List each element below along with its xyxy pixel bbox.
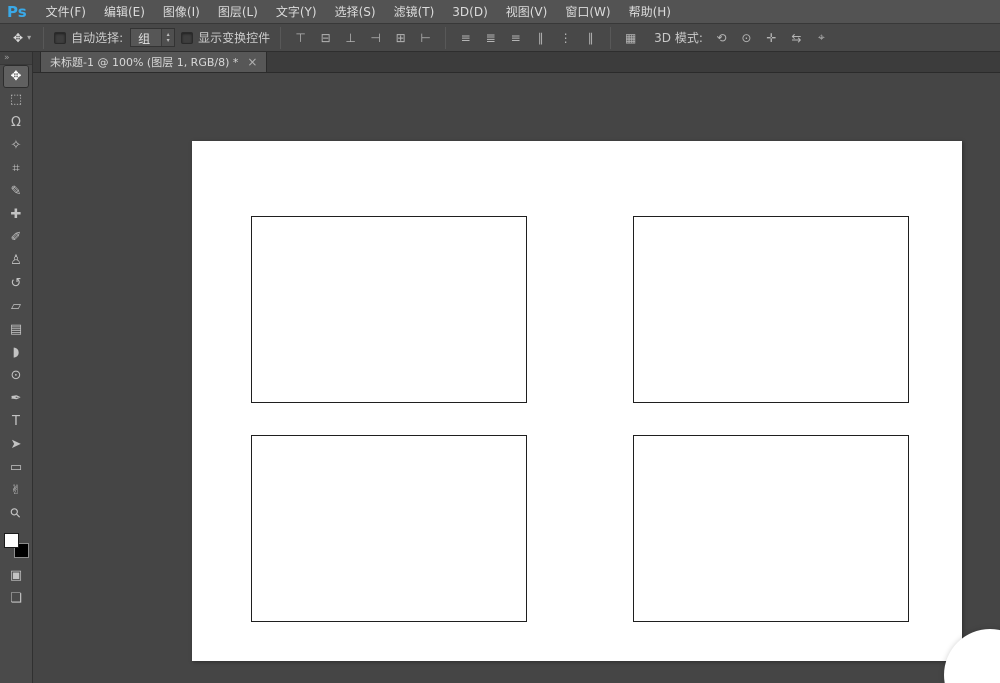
tools-collapse-button[interactable]: » — [0, 52, 32, 65]
dodge-tool[interactable]: ⊙ — [3, 364, 29, 387]
menu-item-type[interactable]: 文字(Y) — [267, 0, 326, 24]
align-top-edges-button[interactable]: ⊤ — [289, 27, 312, 48]
spinner-arrows-icon: ▴ ▾ — [161, 29, 174, 46]
foreground-color-swatch[interactable] — [4, 533, 19, 548]
pan-3d-camera-button[interactable]: ✛ — [760, 27, 783, 48]
chevron-down-icon: ▾ — [27, 33, 31, 42]
tab-strip: 未标题-1 @ 100% (图层 1, RGB/8) * × — [33, 52, 1000, 73]
show-transform-label: 显示变换控件 — [198, 29, 270, 46]
mode-3d-label: 3D 模式: — [654, 29, 703, 46]
align-left-edges-button[interactable]: ⊣ — [364, 27, 387, 48]
orbit-3d-camera-button[interactable]: ⟲ — [710, 27, 733, 48]
distribute-horizontal-centers-button[interactable]: ⋮ — [554, 27, 577, 48]
menu-item-3d[interactable]: 3D(D) — [443, 0, 496, 24]
auto-select-dropdown[interactable]: 组 ▴ ▾ — [130, 28, 175, 47]
distribute-bottom-edges-button[interactable]: ≡ — [504, 27, 527, 48]
distribute-right-edges-button[interactable]: ∥ — [579, 27, 602, 48]
history-brush-tool[interactable]: ↺ — [3, 272, 29, 295]
clone-stamp-tool[interactable]: ♙ — [3, 249, 29, 272]
menu-item-edit[interactable]: 编辑(E) — [95, 0, 154, 24]
tools-panel: » ✥⬚Ω✧⌗✎✚✐♙↺▱▤◗⊙✒T➤▭✌⚲ ▣❏ — [0, 52, 33, 683]
menu-item-window[interactable]: 窗口(W) — [556, 0, 619, 24]
eraser-tool[interactable]: ▱ — [3, 295, 29, 318]
align-right-edges-button[interactable]: ⊢ — [414, 27, 437, 48]
crop-tool[interactable]: ⌗ — [3, 157, 29, 180]
drawn-rectangle-2[interactable] — [633, 216, 909, 403]
brush-tool[interactable]: ✐ — [3, 226, 29, 249]
tools-bottom-buttons: ▣❏ — [3, 564, 29, 610]
align-buttons: ⊤⊟⊥⊣⊞⊢ — [288, 27, 438, 48]
spot-healing-brush-tool[interactable]: ✚ — [3, 203, 29, 226]
show-transform-checkbox[interactable] — [181, 32, 193, 44]
drawn-rectangle-1[interactable] — [251, 216, 527, 403]
divider — [280, 27, 281, 49]
roll-3d-camera-button[interactable]: ⊙ — [735, 27, 758, 48]
drawn-rectangle-4[interactable] — [633, 435, 909, 622]
auto-select-value: 组 — [131, 29, 161, 46]
zoom-3d-camera-button[interactable]: ⌖ — [810, 27, 833, 48]
document-tab[interactable]: 未标题-1 @ 100% (图层 1, RGB/8) * × — [40, 52, 267, 72]
menu-item-filter[interactable]: 滤镜(T) — [385, 0, 444, 24]
gradient-tool[interactable]: ▤ — [3, 318, 29, 341]
blur-tool[interactable]: ◗ — [3, 341, 29, 364]
tools-list: ✥⬚Ω✧⌗✎✚✐♙↺▱▤◗⊙✒T➤▭✌⚲ — [3, 65, 29, 525]
distribute-vertical-centers-button[interactable]: ≣ — [479, 27, 502, 48]
pasteboard — [33, 73, 1000, 683]
mode-3d-buttons: ⟲⊙✛⇆⌖ — [709, 27, 834, 48]
document-canvas[interactable] — [192, 141, 962, 661]
photoshop-window: Ps 文件(F)编辑(E)图像(I)图层(L)文字(Y)选择(S)滤镜(T)3D… — [0, 0, 1000, 683]
divider — [43, 27, 44, 49]
pen-tool[interactable]: ✒ — [3, 387, 29, 410]
tool-preset-picker[interactable]: ✥ ▾ — [8, 29, 36, 47]
align-horizontal-centers-button[interactable]: ⊞ — [389, 27, 412, 48]
divider — [610, 27, 611, 49]
options-bar: ✥ ▾ 自动选择: 组 ▴ ▾ 显示变换控件 ⊤⊟⊥⊣⊞⊢ ≡≣≡∥⋮∥ ▦ 3… — [0, 24, 1000, 52]
menu-item-help[interactable]: 帮助(H) — [620, 0, 680, 24]
tab-close-icon[interactable]: × — [247, 56, 257, 68]
auto-align-layers-button[interactable]: ▦ — [619, 27, 642, 48]
photoshop-logo: Ps — [7, 3, 27, 21]
auto-select-checkbox[interactable] — [54, 32, 66, 44]
menu-item-select[interactable]: 选择(S) — [326, 0, 385, 24]
rectangle-tool[interactable]: ▭ — [3, 456, 29, 479]
align-vertical-centers-button[interactable]: ⊟ — [314, 27, 337, 48]
move-tool-icon: ✥ — [13, 31, 23, 45]
menu-bar: Ps 文件(F)编辑(E)图像(I)图层(L)文字(Y)选择(S)滤镜(T)3D… — [0, 0, 1000, 24]
lasso-tool[interactable]: Ω — [3, 111, 29, 134]
distribute-top-edges-button[interactable]: ≡ — [454, 27, 477, 48]
auto-select-label: 自动选择: — [71, 29, 123, 46]
menu-item-file[interactable]: 文件(F) — [37, 0, 95, 24]
type-tool[interactable]: T — [3, 410, 29, 433]
screen-mode-button[interactable]: ❏ — [3, 587, 29, 610]
distribute-left-edges-button[interactable]: ∥ — [529, 27, 552, 48]
slide-3d-camera-button[interactable]: ⇆ — [785, 27, 808, 48]
move-tool[interactable]: ✥ — [3, 65, 29, 88]
menu-items: 文件(F)编辑(E)图像(I)图层(L)文字(Y)选择(S)滤镜(T)3D(D)… — [37, 0, 680, 23]
eyedropper-tool[interactable]: ✎ — [3, 180, 29, 203]
menu-item-image[interactable]: 图像(I) — [154, 0, 209, 24]
rectangular-marquee-tool[interactable]: ⬚ — [3, 88, 29, 111]
menu-item-layer[interactable]: 图层(L) — [209, 0, 267, 24]
drawn-rectangle-3[interactable] — [251, 435, 527, 622]
align-bottom-edges-button[interactable]: ⊥ — [339, 27, 362, 48]
color-swatches — [3, 532, 30, 559]
distribute-buttons: ≡≣≡∥⋮∥ — [453, 27, 603, 48]
quick-selection-tool[interactable]: ✧ — [3, 134, 29, 157]
divider — [445, 27, 446, 49]
quick-mask-mode-button[interactable]: ▣ — [3, 564, 29, 587]
tab-title: 未标题-1 @ 100% (图层 1, RGB/8) * — [50, 54, 238, 70]
path-selection-tool[interactable]: ➤ — [3, 433, 29, 456]
menu-item-view[interactable]: 视图(V) — [497, 0, 557, 24]
